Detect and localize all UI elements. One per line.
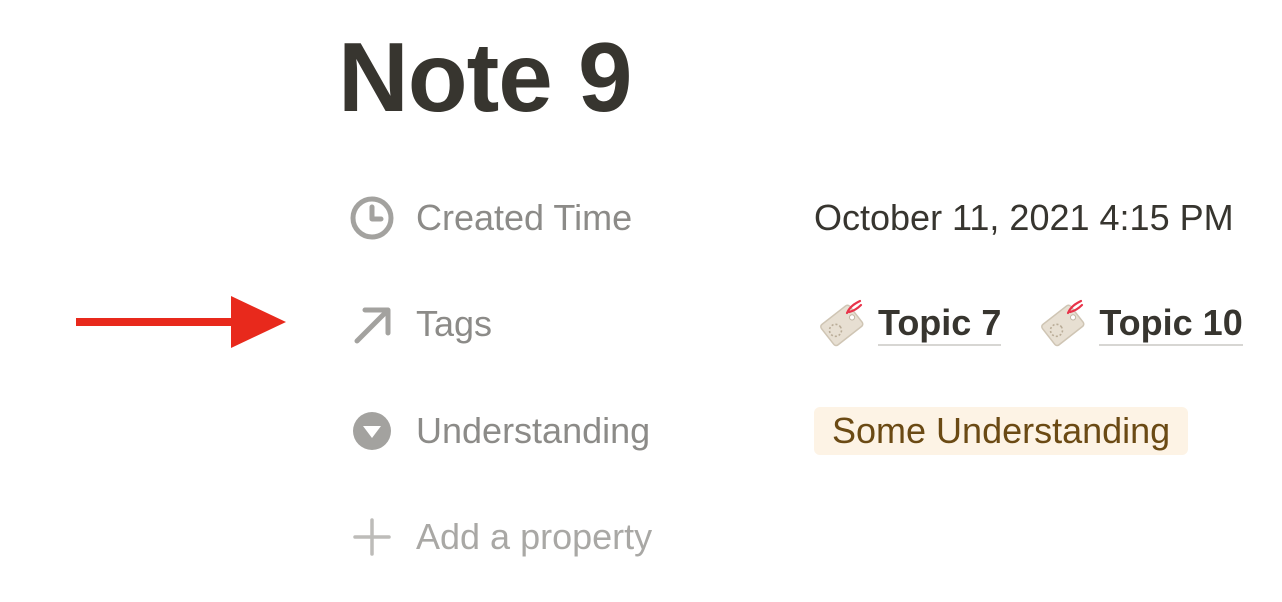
- add-property-button[interactable]: Add a property: [340, 505, 760, 569]
- property-label: Understanding: [416, 410, 651, 451]
- plus-icon: [340, 505, 404, 569]
- clock-icon: [340, 186, 404, 250]
- created-time-value: October 11, 2021 4:15 PM: [814, 197, 1234, 238]
- add-property-label: Add a property: [416, 516, 653, 557]
- relation-item[interactable]: Topic 10: [1035, 297, 1243, 351]
- property-value-created-time: October 11, 2021 4:15 PM: [814, 186, 1234, 250]
- property-name-tags[interactable]: Tags: [340, 292, 760, 356]
- property-label: Tags: [416, 303, 493, 344]
- tag-icon: [814, 297, 868, 351]
- relation-label: Topic 7: [878, 302, 1002, 346]
- property-name-created-time[interactable]: Created Time: [340, 186, 760, 250]
- red-arrow-icon: [76, 296, 286, 348]
- property-name-understanding[interactable]: Understanding: [340, 399, 760, 463]
- page-title[interactable]: Note 9: [338, 18, 633, 136]
- relation-label: Topic 10: [1099, 302, 1243, 346]
- select-dropdown-icon: [340, 399, 404, 463]
- property-label: Created Time: [416, 197, 633, 238]
- property-row-understanding: Understanding Some Understanding: [340, 391, 1270, 471]
- relation-item[interactable]: Topic 7: [814, 297, 1002, 351]
- property-value-tags: Topic 7 Topic 10: [814, 292, 1243, 356]
- tag-icon: [1035, 297, 1089, 351]
- property-row-tags: Tags Topic 7 Topic 10: [340, 284, 1270, 364]
- select-option-pill: Some Understanding: [814, 407, 1189, 455]
- property-value-understanding[interactable]: Some Understanding: [814, 399, 1189, 463]
- relation-arrow-icon: [340, 292, 404, 356]
- property-row-created-time: Created Time October 11, 2021 4:15 PM: [340, 178, 1270, 258]
- add-property-row: Add a property: [340, 497, 1270, 577]
